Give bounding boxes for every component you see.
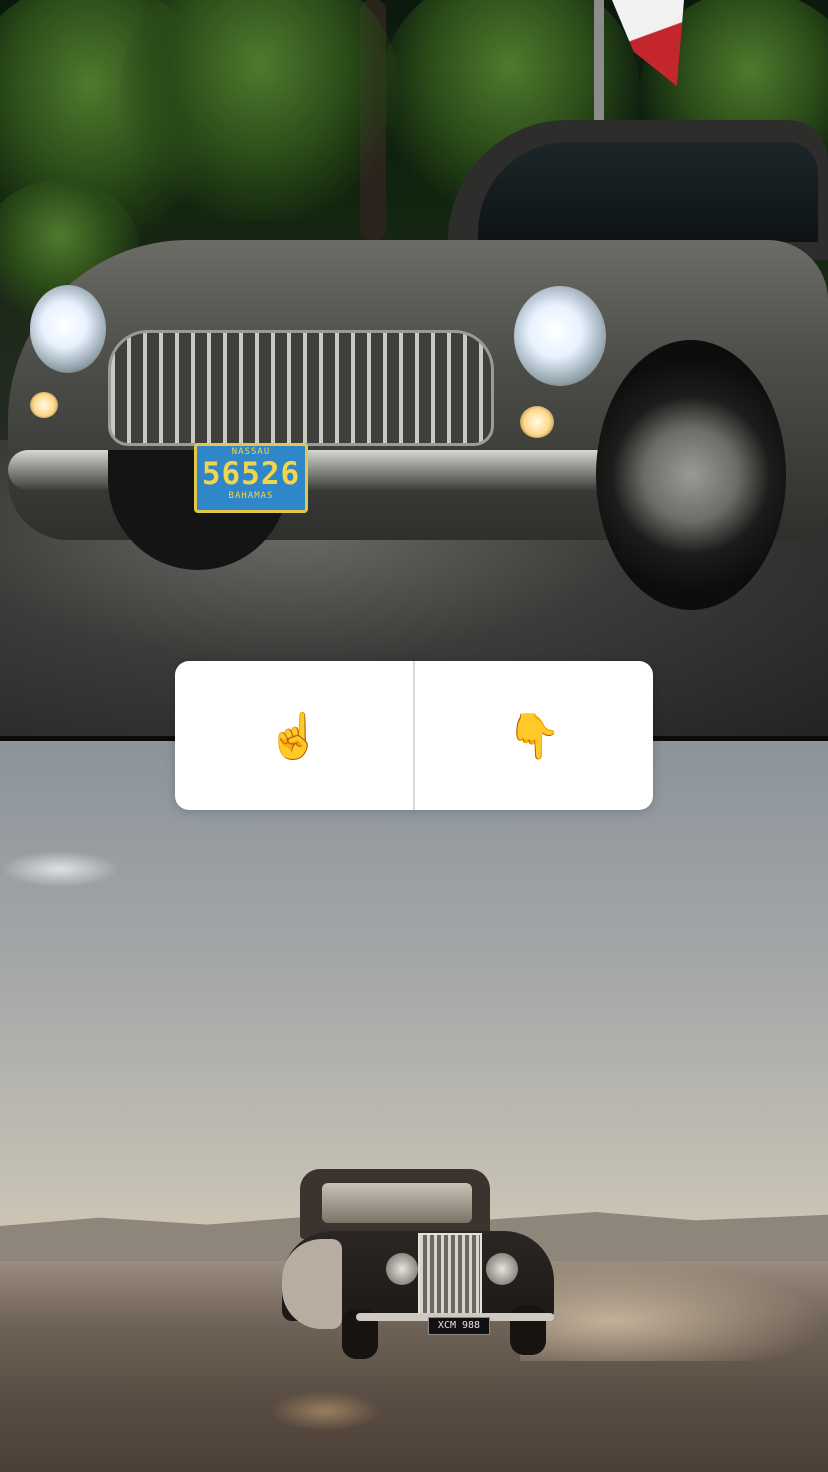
car-grille — [108, 330, 494, 446]
plate-number: 56526 — [201, 456, 301, 492]
headlight-right — [514, 286, 606, 386]
headlamp-left — [386, 1253, 418, 1285]
coupe-car — [8, 120, 828, 610]
cloud — [0, 851, 120, 887]
car-windshield — [478, 142, 818, 242]
vintage-saloon-car — [282, 1169, 554, 1359]
dry-scrub — [270, 1391, 380, 1431]
dust-cloud — [520, 1261, 828, 1361]
poll-option-up[interactable]: ☝️ — [175, 661, 413, 810]
pointing-down-icon: 👇 — [506, 710, 562, 762]
flagpole — [594, 0, 604, 130]
top-photo: NASSAU 56526 BAHAMAS — [0, 0, 828, 736]
foglight-right — [520, 406, 554, 438]
license-plate: NASSAU 56526 BAHAMAS — [194, 443, 308, 513]
car-grille — [418, 1233, 482, 1317]
emoji-poll: ☝️ 👇 — [175, 661, 653, 810]
headlight-left — [30, 285, 106, 373]
car-bumper — [8, 450, 668, 490]
car-window — [322, 1183, 472, 1223]
foglight-left — [30, 392, 58, 418]
bottom-photo: XCM 988 — [0, 741, 828, 1472]
wire-wheel — [596, 340, 786, 610]
license-plate: XCM 988 — [428, 1317, 490, 1335]
headlamp-right — [486, 1253, 518, 1285]
pointing-up-icon: ☝️ — [266, 710, 322, 762]
poll-option-down[interactable]: 👇 — [415, 661, 653, 810]
